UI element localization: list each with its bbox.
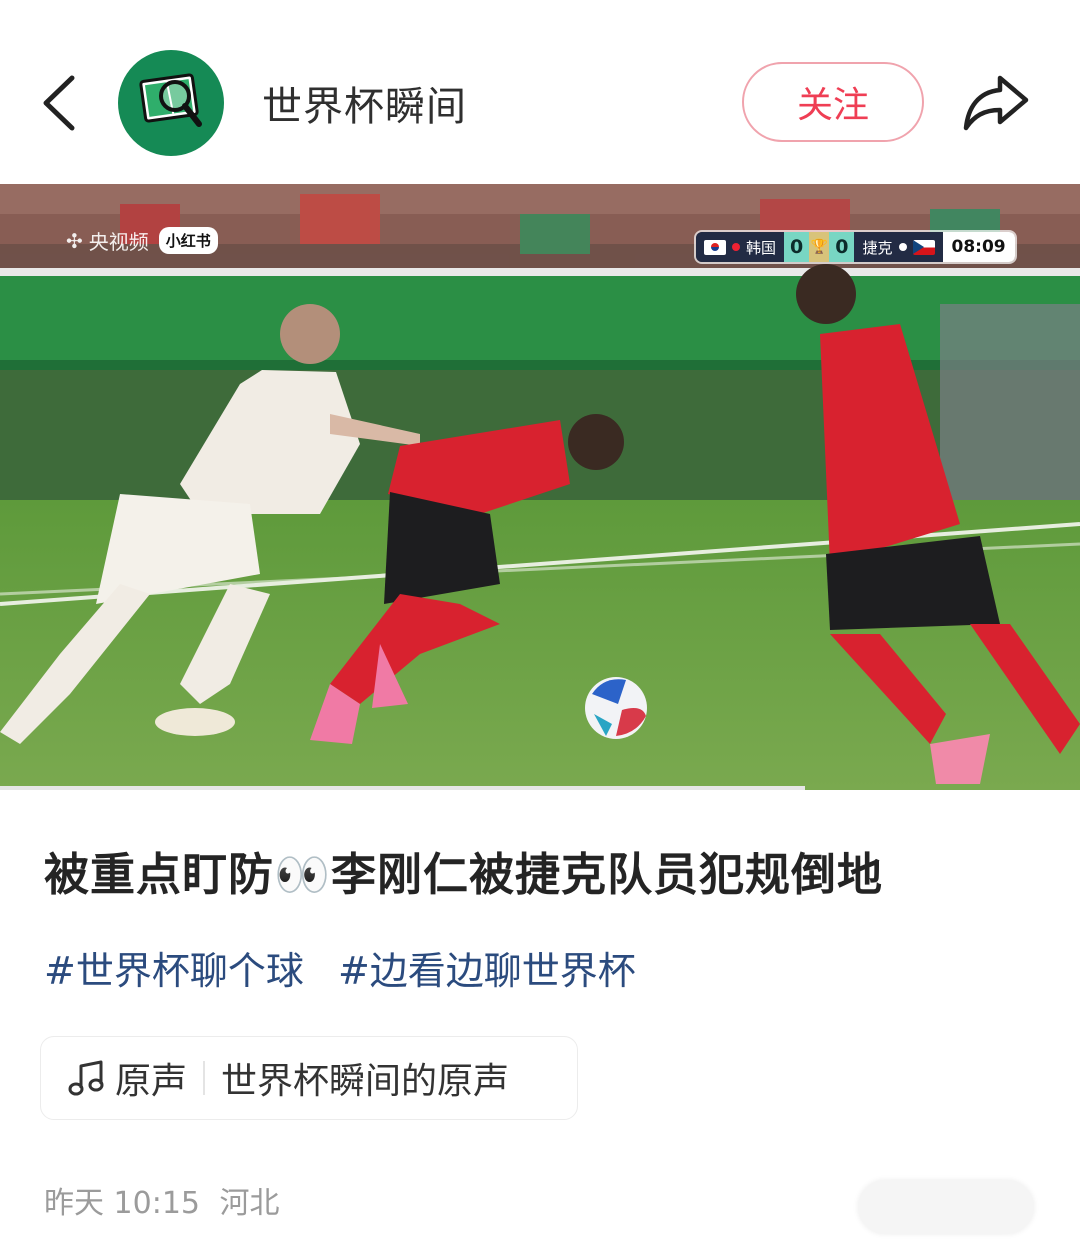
away-team-name: 捷克 [862, 238, 893, 257]
away-color-dot [898, 243, 907, 251]
soccer-ball [585, 677, 647, 739]
broadcaster-logo: ✣ 央视频 [66, 226, 149, 255]
author-avatar[interactable] [118, 50, 224, 156]
video-progress-bar[interactable] [0, 786, 805, 790]
video-frame [0, 184, 1080, 790]
match-clock: 08:09 [942, 232, 1015, 262]
chevron-left-icon [43, 75, 75, 131]
home-color-dot [732, 243, 740, 251]
home-team: 韩国 [696, 232, 785, 262]
hashtag-list: #世界杯聊个球 #边看边聊世界杯 [44, 940, 658, 995]
platform-logo: 小红书 [158, 227, 218, 254]
trophy-icon: 🏆 [809, 232, 830, 262]
home-score: 0 [784, 232, 810, 262]
away-team: 捷克 [854, 232, 943, 262]
hashtag-link[interactable]: #世界杯聊个球 [44, 949, 304, 993]
back-button[interactable] [38, 70, 88, 136]
post-meta: 昨天 10:15 河北 [44, 1178, 290, 1222]
share-arrow-icon [963, 75, 1029, 131]
football-field-magnifier-icon [139, 73, 202, 127]
match-scoreboard: 韩国 0 🏆 0 捷克 08:09 [696, 232, 1015, 262]
divider [203, 1061, 206, 1095]
sound-label: 原声 [115, 1061, 188, 1102]
top-bar: 世界杯瞬间 关注 [0, 0, 1080, 184]
comment-input-pill[interactable] [858, 1180, 1034, 1234]
czech-flag-icon [912, 239, 935, 255]
home-team-name: 韩国 [746, 238, 777, 257]
sound-name: 世界杯瞬间的原声 [221, 1061, 510, 1102]
share-button[interactable] [960, 70, 1032, 134]
hashtag-link[interactable]: #边看边聊世界杯 [338, 949, 636, 993]
broadcaster-name: 央视频 [88, 230, 149, 254]
post-title: 被重点盯防👀李刚仁被捷克队员犯规倒地 [44, 848, 884, 901]
broadcaster-icon: ✣ [66, 228, 83, 253]
video-player[interactable]: ✣ 央视频 小红书 韩国 0 🏆 0 捷克 08:09 [0, 184, 1080, 790]
away-score: 0 [829, 232, 855, 262]
post-location: 河北 [219, 1186, 280, 1221]
video-watermark: ✣ 央视频 小红书 [66, 226, 218, 255]
music-note-icon [68, 1060, 104, 1096]
original-sound-chip[interactable]: 原声 世界杯瞬间的原声 [40, 1036, 578, 1120]
post-date: 昨天 10:15 [44, 1186, 200, 1221]
author-name[interactable]: 世界杯瞬间 [262, 74, 467, 132]
follow-button[interactable]: 关注 [742, 62, 924, 142]
korea-flag-icon [704, 239, 726, 255]
